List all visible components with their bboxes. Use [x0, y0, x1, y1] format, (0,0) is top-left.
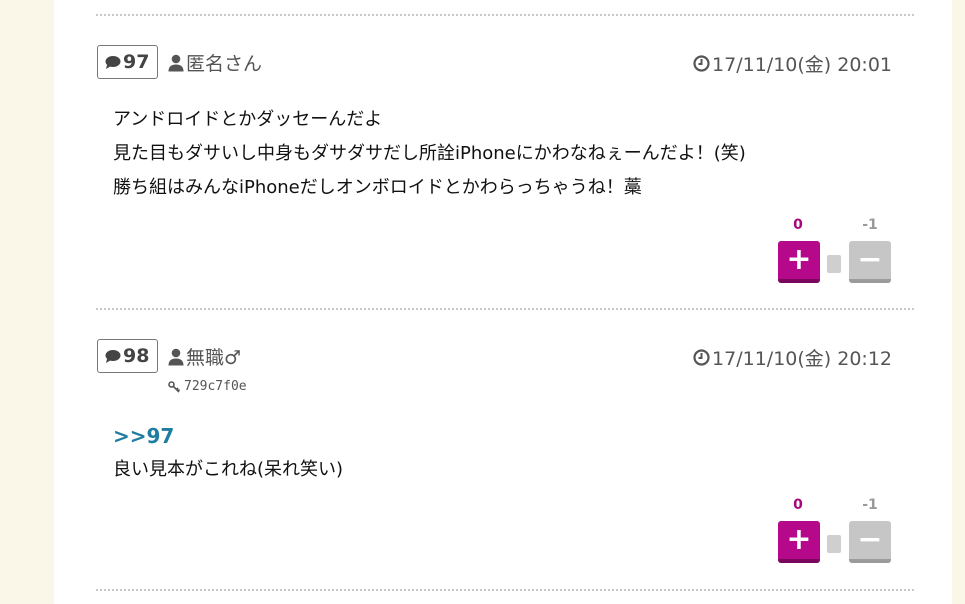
clock-icon	[693, 349, 710, 366]
minus-count: -1	[862, 217, 878, 233]
thread-panel: 97 匿名さん 17/11/10(金) 20:01 アンドロイドとかダッセーんだ…	[54, 0, 952, 604]
date-text: 17/11/10(金) 20:12	[712, 348, 892, 370]
comment-icon	[105, 350, 121, 363]
post-date: 17/11/10(金) 20:12	[693, 344, 892, 371]
post-line: 良い見本がこれね(呆れ笑い)	[113, 459, 344, 480]
user-icon	[168, 54, 184, 71]
post-line: アンドロイドとかダッセーんだよ	[113, 109, 383, 130]
post-author: 無職♂	[168, 343, 241, 370]
upvote-button[interactable]: +	[778, 521, 820, 563]
post-number-badge[interactable]: 97	[97, 45, 159, 79]
plus-count: 0	[793, 217, 803, 233]
reply-anchor-link[interactable]: >>97	[113, 419, 343, 453]
post-number: 98	[123, 345, 150, 367]
downvote-button[interactable]: −	[849, 241, 891, 283]
vote-divider	[827, 535, 841, 553]
plus-count: 0	[793, 497, 803, 513]
post-author: 匿名さん	[168, 49, 262, 76]
post-line: 見た目もダサいし中身もダサダサだし所詮iPhoneにかわなねぇーんだよ！(笑)	[113, 143, 746, 164]
poster-id: 729c7f0e	[168, 379, 247, 394]
author-name: 無職♂	[186, 347, 242, 369]
clock-icon	[693, 55, 710, 72]
upvote-button[interactable]: +	[778, 241, 820, 283]
post-date: 17/11/10(金) 20:01	[693, 50, 892, 77]
minus-count: -1	[862, 497, 878, 513]
post-body: >>97 良い見本がこれね(呆れ笑い)	[113, 419, 343, 487]
post-body: アンドロイドとかダッセーんだよ 見た目もダサいし中身もダサダサだし所詮iPhon…	[113, 103, 746, 205]
vote-divider	[827, 255, 841, 273]
downvote-button[interactable]: −	[849, 521, 891, 563]
author-name: 匿名さん	[186, 53, 263, 75]
post-number-badge[interactable]: 98	[97, 339, 159, 373]
post-number: 97	[123, 51, 150, 73]
date-text: 17/11/10(金) 20:01	[712, 54, 892, 76]
comment-icon	[105, 56, 121, 69]
post-separator	[96, 14, 914, 16]
key-icon	[168, 380, 180, 393]
post-separator	[96, 308, 914, 310]
poster-id-text: 729c7f0e	[184, 379, 247, 394]
post-separator	[96, 589, 914, 591]
user-icon	[168, 348, 184, 365]
post-line: 勝ち組はみんなiPhoneだしオンボロイドとかわらっちゃうね！藁	[113, 177, 642, 198]
